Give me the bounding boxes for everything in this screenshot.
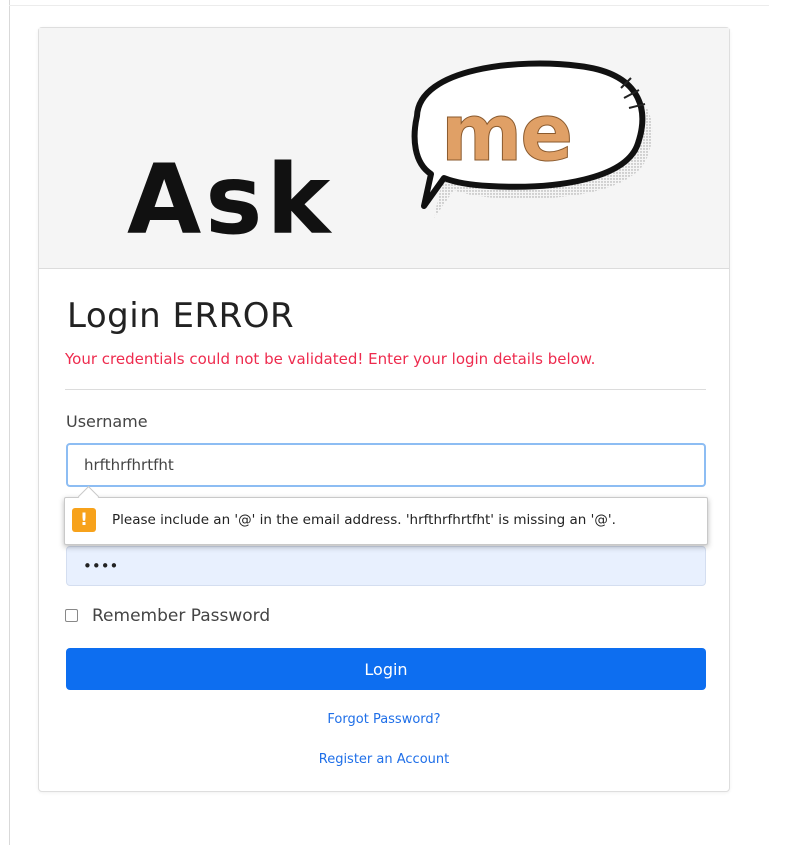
forgot-password-link[interactable]: Forgot Password? <box>39 712 729 727</box>
login-button[interactable]: Login <box>66 648 706 690</box>
window-border-top <box>9 5 769 6</box>
askme-logo: me Ask <box>127 60 653 256</box>
page-title: Login ERROR <box>67 296 295 336</box>
tooltip-text: Please include an '@' in the email addre… <box>112 512 616 528</box>
logo-main-text: Ask <box>127 144 334 256</box>
error-message: Your credentials could not be validated!… <box>65 350 596 368</box>
card-header: me Ask <box>39 28 729 269</box>
login-card: me Ask Login ERROR Your credentials coul… <box>38 27 730 792</box>
window-border-left <box>9 0 10 845</box>
register-account-link[interactable]: Register an Account <box>39 752 729 767</box>
remember-label[interactable]: Remember Password <box>92 606 270 626</box>
remember-checkbox[interactable] <box>65 609 78 622</box>
validation-tooltip: ! Please include an '@' in the email add… <box>64 485 708 545</box>
logo-bubble-text: me <box>441 89 571 179</box>
password-input[interactable] <box>66 546 706 586</box>
warning-icon: ! <box>72 508 96 532</box>
username-input[interactable] <box>66 443 706 487</box>
tooltip-arrow <box>77 485 100 508</box>
username-label: Username <box>66 412 148 431</box>
divider <box>65 389 706 390</box>
